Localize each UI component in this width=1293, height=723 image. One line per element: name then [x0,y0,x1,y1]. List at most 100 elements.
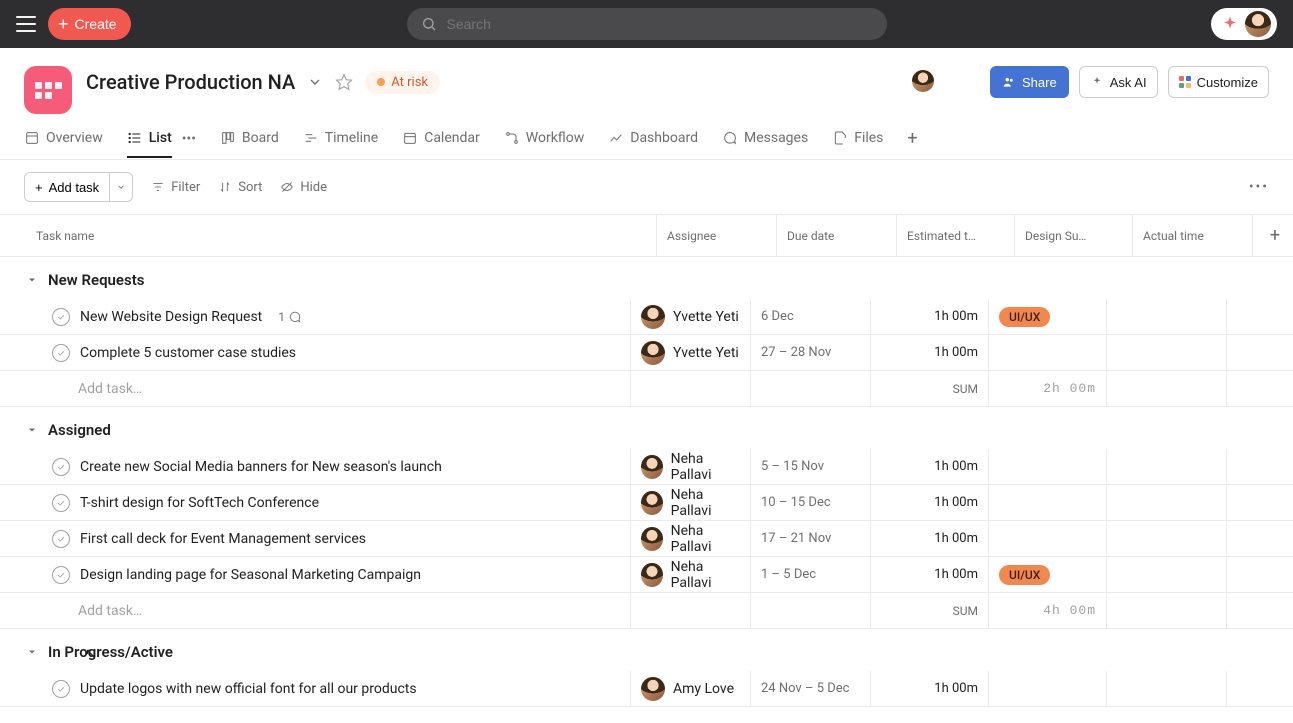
estimated-cell[interactable]: 1h 00m [870,335,988,370]
table-row[interactable]: Design landing page for Seasonal Marketi… [0,557,1293,593]
add-task-button[interactable]: +Add task [24,172,110,202]
assignee-cell[interactable]: Yvette Yeti [630,335,750,370]
collapse-icon[interactable] [26,646,38,658]
add-member-placeholder[interactable] [952,68,980,96]
tab-list[interactable]: List [127,130,172,158]
project-title[interactable]: Creative Production NA [86,70,295,94]
collapse-icon[interactable] [26,274,38,286]
table-row[interactable]: New Website Design Request 1 Yvette Yeti… [0,299,1293,335]
star-icon[interactable] [335,73,353,91]
section-header[interactable]: In Progress/Active [0,629,1293,671]
col-task-name[interactable]: Task name [26,215,656,256]
menu-icon[interactable] [16,16,36,32]
complete-check[interactable] [52,494,70,512]
estimated-cell[interactable]: 1h 00m [870,449,988,484]
status-pill[interactable]: At risk [365,71,440,94]
assignee-cell[interactable]: Neha Pallavi [630,449,750,484]
assignee-cell[interactable]: Neha Pallavi [630,485,750,520]
design-cell[interactable]: UI/UX [988,557,1106,592]
design-cell[interactable]: UI/UX [988,299,1106,334]
complete-check[interactable] [52,566,70,584]
tab-messages[interactable]: Messages [722,130,808,158]
tab-add[interactable]: + [907,128,917,159]
actual-cell[interactable] [1106,449,1226,484]
tag[interactable]: UI/UX [999,565,1050,585]
table-row[interactable]: T-shirt design for SoftTech Conference N… [0,485,1293,521]
design-cell[interactable] [988,521,1106,556]
add-column-button[interactable]: + [1252,215,1293,256]
tab-list-more[interactable]: ••• [182,131,196,157]
table-row[interactable]: Create new Social Media banners for New … [0,449,1293,485]
due-date-cell[interactable]: 24 Nov – 5 Dec [750,671,870,706]
member-stack[interactable] [916,68,980,96]
due-date-cell[interactable]: 5 – 15 Nov [750,449,870,484]
estimated-cell[interactable]: 1h 00m [870,671,988,706]
search-input[interactable] [447,16,873,32]
design-cell[interactable] [988,671,1106,706]
due-date-cell[interactable]: 10 – 15 Dec [750,485,870,520]
user-menu[interactable] [1211,8,1277,40]
complete-check[interactable] [52,308,70,326]
due-date-cell[interactable]: 27 – 28 Nov [750,335,870,370]
tab-timeline[interactable]: Timeline [303,130,378,158]
complete-check[interactable] [52,680,70,698]
tab-calendar[interactable]: Calendar [402,130,480,158]
share-button[interactable]: Share [990,66,1069,98]
col-assignee[interactable]: Assignee [656,215,776,256]
toolbar-more[interactable]: ••• [1249,179,1269,195]
actual-cell[interactable] [1106,521,1226,556]
estimated-cell[interactable]: 1h 00m [870,299,988,334]
col-estimated[interactable]: Estimated t… [896,215,1014,256]
add-task-row[interactable]: Add task…SUM2h 00m [0,371,1293,407]
col-due-date[interactable]: Due date [776,215,896,256]
actual-cell[interactable] [1106,485,1226,520]
col-design[interactable]: Design Su… [1014,215,1132,256]
add-task-placeholder[interactable]: Add task… [0,371,630,406]
col-actual[interactable]: Actual time [1132,215,1252,256]
filter-button[interactable]: Filter [151,180,200,195]
tab-files[interactable]: Files [832,130,883,158]
due-date-cell[interactable]: 17 – 21 Nov [750,521,870,556]
actual-cell[interactable] [1106,671,1226,706]
design-cell[interactable] [988,335,1106,370]
table-row[interactable]: Update logos with new official font for … [0,671,1293,707]
tag[interactable]: UI/UX [999,307,1050,327]
collapse-icon[interactable] [26,424,38,436]
chevron-down-icon[interactable] [307,74,323,90]
comment-badge[interactable]: 1 [278,310,302,324]
estimated-cell[interactable]: 1h 00m [870,521,988,556]
estimated-cell[interactable]: 1h 00m [870,485,988,520]
assignee-cell[interactable]: Neha Pallavi [630,557,750,592]
search-input-wrapper[interactable] [407,8,887,40]
estimated-cell[interactable]: 1h 00m [870,557,988,592]
tab-dashboard[interactable]: Dashboard [608,130,698,158]
table-row[interactable]: First call deck for Event Management ser… [0,521,1293,557]
section-header[interactable]: New Requests [0,257,1293,299]
actual-cell[interactable] [1106,299,1226,334]
add-task-dropdown[interactable] [110,172,133,202]
customize-button[interactable]: Customize [1168,66,1269,98]
create-button[interactable]: + Create [48,8,131,40]
actual-cell[interactable] [1106,335,1226,370]
design-cell[interactable] [988,485,1106,520]
assignee-cell[interactable]: Neha Pallavi [630,521,750,556]
complete-check[interactable] [52,344,70,362]
complete-check[interactable] [52,458,70,476]
tab-board[interactable]: Board [220,130,279,158]
add-task-row[interactable]: Add task…SUM4h 00m [0,593,1293,629]
ask-ai-button[interactable]: Ask AI [1079,66,1158,98]
complete-check[interactable] [52,530,70,548]
sort-button[interactable]: Sort [218,180,262,195]
tab-workflow[interactable]: Workflow [504,130,585,158]
hide-button[interactable]: Hide [280,180,327,195]
actual-cell[interactable] [1106,557,1226,592]
section-header[interactable]: Assigned [0,407,1293,449]
due-date-cell[interactable]: 1 – 5 Dec [750,557,870,592]
add-task-placeholder[interactable]: Add task… [0,593,630,628]
table-row[interactable]: Complete 5 customer case studies Yvette … [0,335,1293,371]
assignee-cell[interactable]: Amy Love [630,671,750,706]
due-date-cell[interactable]: 6 Dec [750,299,870,334]
design-cell[interactable] [988,449,1106,484]
tab-overview[interactable]: Overview [24,130,103,158]
assignee-cell[interactable]: Yvette Yeti [630,299,750,334]
